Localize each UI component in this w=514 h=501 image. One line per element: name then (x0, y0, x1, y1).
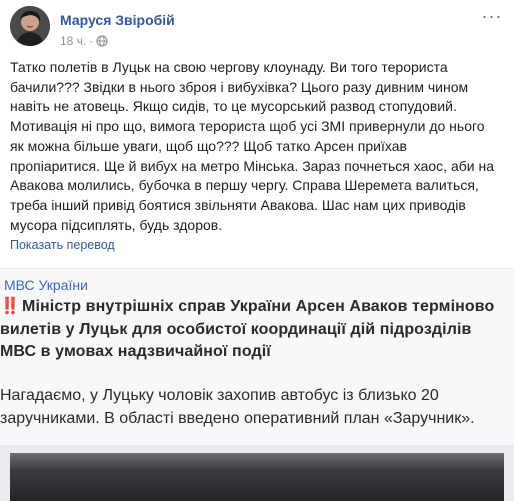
post-line: навіть не атовець. Якщо сидів, то це мус… (10, 98, 457, 115)
post-line: Татко полетів в Луцьк на свою чергову кл… (10, 59, 448, 75)
post-line: Авакова молились, бубочка в першу чергу.… (10, 177, 479, 194)
headline-line: МВС в умовах надзвичайної події (0, 343, 271, 360)
post-line: треба інший привід боятися звільняти Ава… (10, 196, 466, 213)
post-body: Татко полетів в Луцьк на свою чергову кл… (10, 58, 500, 235)
shared-body: Нагадаємо, у Луцьку чоловік захопив авто… (0, 384, 514, 430)
author-avatar[interactable] (10, 6, 50, 46)
show-translation-link[interactable]: Показать перевод (10, 238, 115, 252)
shared-image (10, 453, 504, 501)
headline-line: ‼️ Міністр внутрішніх справ України Арсен… (0, 296, 514, 319)
shared-post[interactable]: МВС України ‼️ Міністр внутрішніх справ У… (0, 268, 514, 501)
author-name[interactable]: Маруся Звіробій (60, 12, 175, 28)
post-line: пропіаритися. Ще й вибух на метро Мінськ… (10, 157, 494, 174)
shared-media[interactable] (0, 445, 514, 501)
shared-headline: ‼️ Міністр внутрішніх справ України Арсен… (0, 296, 514, 364)
avatar-image (10, 6, 50, 46)
post-time[interactable]: 18 ч. (60, 34, 86, 48)
headline-line: вилетів у Луцьк для особистої координаці… (0, 320, 472, 338)
post-line: мусора підсиплять, будь здоров. (10, 216, 223, 233)
double-exclamation-icon: ‼️ (0, 298, 21, 315)
shared-source-name[interactable]: МВС України (4, 277, 88, 293)
post-meta: 18 ч. · (60, 34, 108, 48)
shared-body-line: заручниками. В області введено оперативн… (0, 410, 475, 427)
headline-text: Міністр внутрішніх справ України Арсен А… (22, 298, 495, 315)
more-options-icon[interactable]: ··· (480, 7, 504, 30)
post-line: Мотивація ні про що, вимога терориста що… (10, 118, 485, 135)
post-line: бачили??? Звідки в нього зброя і вибухів… (10, 78, 469, 95)
post-line: як можна більше уваги, щоб що??? Щоб тат… (10, 137, 407, 154)
globe-icon[interactable] (96, 35, 108, 47)
post-header: Маруся Звіробій 18 ч. · ··· (10, 6, 504, 56)
meta-separator: · (89, 34, 94, 48)
shared-body-line: Нагадаємо, у Луцьку чоловік захопив авто… (0, 387, 439, 404)
